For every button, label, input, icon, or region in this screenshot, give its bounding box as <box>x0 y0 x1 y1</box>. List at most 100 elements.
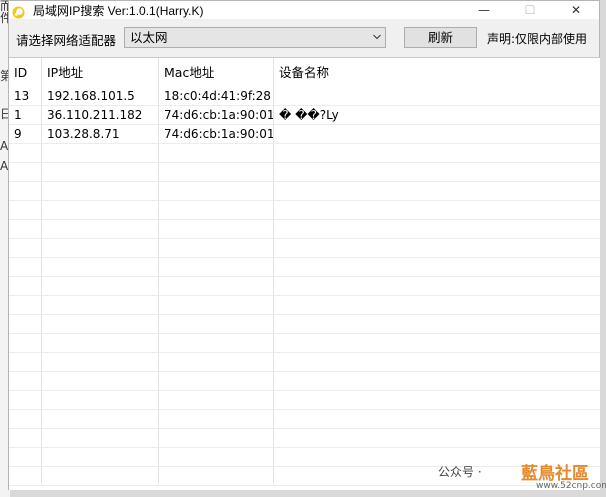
cell-ip <box>42 429 159 447</box>
cell-mac <box>159 429 274 447</box>
cell-mac <box>159 334 274 352</box>
cell-id <box>9 220 42 238</box>
cell-ip <box>42 410 159 428</box>
watermark-text: 公众号 · <box>438 465 482 479</box>
empty-row <box>9 277 600 296</box>
cell-device-name <box>274 410 600 428</box>
cell-id <box>9 239 42 257</box>
cell-device-name <box>274 296 600 314</box>
cell-device-name <box>274 220 600 238</box>
cell-ip <box>42 201 159 219</box>
column-header-mac[interactable]: Mac地址 <box>159 58 274 87</box>
cell-mac <box>159 258 274 276</box>
adapter-dropdown[interactable]: 以太网 <box>124 27 386 48</box>
cell-id <box>9 448 42 466</box>
cell-id <box>9 391 42 409</box>
cell-mac <box>159 448 274 466</box>
cell-mac <box>159 410 274 428</box>
cell-device-name <box>274 144 600 162</box>
cell-id <box>9 144 42 162</box>
cell-id <box>9 277 42 295</box>
cell-device-name <box>274 258 600 276</box>
cell-ip <box>42 258 159 276</box>
cell-id <box>9 467 42 485</box>
column-header-ip[interactable]: IP地址 <box>42 58 159 87</box>
adapter-selected-value: 以太网 <box>130 30 168 45</box>
empty-row <box>9 391 600 410</box>
usage-notice: 声明:仅限内部使用 <box>487 32 588 46</box>
close-button[interactable]: ✕ <box>553 1 599 19</box>
cell-ip <box>42 220 159 238</box>
cell-device-name <box>274 182 600 200</box>
cell-mac <box>159 182 274 200</box>
empty-row <box>9 182 600 201</box>
cell-ip <box>42 144 159 162</box>
cell-mac <box>159 201 274 219</box>
cell-mac <box>159 467 274 485</box>
watermark-site: www.52cnp.com <box>536 481 606 491</box>
cell-id <box>9 372 42 390</box>
cell-id <box>9 315 42 333</box>
device-list[interactable]: ID IP地址 Mac地址 设备名称 13 192.168.101.5 18:c0:… <box>9 57 600 490</box>
cell-device-name <box>274 334 600 352</box>
empty-row <box>9 144 600 163</box>
cell-device-name <box>274 315 600 333</box>
cell-ip <box>42 353 159 371</box>
cell-ip <box>42 163 159 181</box>
empty-row <box>9 429 600 448</box>
cell-device-name <box>274 201 600 219</box>
cell-id <box>9 258 42 276</box>
column-header-id[interactable]: ID <box>9 58 42 87</box>
cell-id <box>9 353 42 371</box>
empty-row <box>9 296 600 315</box>
cell-mac <box>159 391 274 409</box>
empty-row <box>9 163 600 182</box>
cell-mac <box>159 353 274 371</box>
cell-ip: 36.110.211.182 <box>42 106 159 124</box>
cell-device-name <box>274 353 600 371</box>
cell-mac <box>159 277 274 295</box>
title-bar[interactable]: 局域网IP搜索 Ver:1.0.1(Harry.K) — ☐ ✕ <box>9 1 599 19</box>
cell-ip <box>42 239 159 257</box>
table-row[interactable]: 1 36.110.211.182 74:d6:cb:1a:90:01 � ��?Ly <box>9 106 600 125</box>
refresh-button[interactable]: 刷新 <box>404 27 477 48</box>
cell-device-name: � ��?Ly <box>279 108 339 122</box>
cell-ip <box>42 315 159 333</box>
table-row[interactable]: 9 103.28.8.71 74:d6:cb:1a:90:01 <box>9 125 600 144</box>
cell-device-name <box>274 391 600 409</box>
empty-row <box>9 372 600 391</box>
toolbar: 请选择网络适配器 以太网 刷新 声明:仅限内部使用 <box>9 19 599 57</box>
cell-mac <box>159 296 274 314</box>
minimize-button[interactable]: — <box>461 1 507 19</box>
watermark: 公众号 · 藍鳥社區 www.52cnp.com <box>418 459 606 495</box>
cell-device-name <box>274 87 600 105</box>
cell-device-name <box>274 239 600 257</box>
cell-mac <box>159 315 274 333</box>
list-header: ID IP地址 Mac地址 设备名称 <box>9 58 600 87</box>
window-title: 局域网IP搜索 Ver:1.0.1(Harry.K) <box>33 3 204 18</box>
cell-id: 1 <box>9 106 42 124</box>
cell-ip <box>42 296 159 314</box>
column-header-device-name[interactable]: 设备名称 <box>274 58 600 87</box>
empty-row <box>9 201 600 220</box>
cell-id <box>9 429 42 447</box>
empty-row <box>9 220 600 239</box>
cell-ip: 192.168.101.5 <box>42 87 159 105</box>
cell-ip <box>42 372 159 390</box>
empty-row <box>9 334 600 353</box>
cell-ip <box>42 467 159 485</box>
cell-mac <box>159 163 274 181</box>
cell-ip <box>42 448 159 466</box>
cell-id <box>9 296 42 314</box>
cell-device-name <box>274 372 600 390</box>
cell-ip: 103.28.8.71 <box>42 125 159 143</box>
table-row[interactable]: 13 192.168.101.5 18:c0:4d:41:9f:28 <box>9 87 600 106</box>
cell-mac <box>159 220 274 238</box>
cell-ip <box>42 334 159 352</box>
cell-id <box>9 163 42 181</box>
cell-mac <box>159 239 274 257</box>
cell-device-name <box>274 125 600 143</box>
cell-id: 9 <box>9 125 42 143</box>
maximize-button[interactable]: ☐ <box>507 1 553 19</box>
cell-id <box>9 334 42 352</box>
